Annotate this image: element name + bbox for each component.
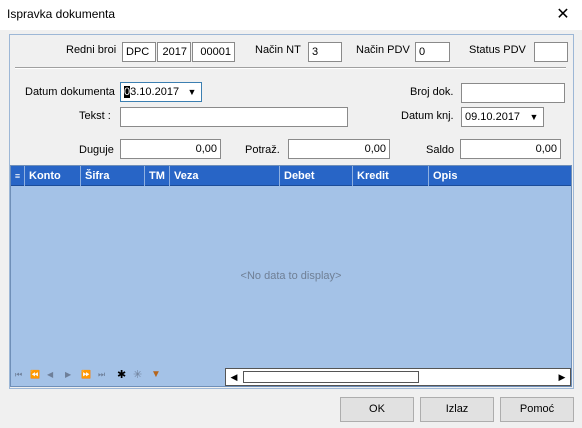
grid-header: ≡ Konto Šifra TM Veza Debet Kredit Opis [11, 166, 571, 186]
nacin-nt-label: Način NT [255, 44, 301, 56]
status-pdv-field[interactable] [534, 42, 568, 62]
saldo-field[interactable]: 0,00 [460, 139, 561, 159]
datum-dokumenta-label: Datum dokumenta [25, 86, 115, 98]
datum-knj-label: Datum knj. [401, 110, 454, 122]
entries-grid[interactable]: ≡ Konto Šifra TM Veza Debet Kredit Opis … [10, 165, 572, 387]
potraz-label: Potraž. [245, 144, 280, 156]
datum-knj-value: 09.10.2017 [465, 111, 521, 123]
title-bar: Ispravka dokumenta ✕ [0, 0, 582, 30]
redni-broj-prefix-field[interactable]: DPC [122, 42, 156, 62]
empty-message: <No data to display> [240, 270, 342, 282]
column-veza[interactable]: Veza [170, 166, 280, 186]
tekst-field[interactable] [120, 107, 348, 127]
potraz-field[interactable]: 0,00 [288, 139, 390, 159]
last-icon[interactable]: ⏭ [98, 370, 105, 380]
ok-button[interactable]: OK [340, 397, 414, 422]
first-icon[interactable]: ⏮ [15, 370, 22, 380]
insert-icon[interactable]: ✱ [117, 368, 126, 381]
nacin-nt-field[interactable]: 3 [308, 42, 342, 62]
scroll-thumb[interactable] [243, 371, 419, 383]
broj-dok-label: Broj dok. [410, 86, 454, 98]
column-konto[interactable]: Konto [25, 166, 81, 186]
nacin-pdv-label: Način PDV [356, 44, 410, 56]
redni-broj-year-field[interactable]: 2017 [157, 42, 191, 62]
pomoc-button[interactable]: Pomoć [500, 397, 574, 422]
broj-dok-field[interactable] [461, 83, 565, 103]
next-page-icon[interactable]: ⏩ [81, 370, 91, 379]
horizontal-scrollbar[interactable]: ◀ ▶ [225, 368, 571, 386]
close-icon[interactable]: ✕ [548, 4, 578, 26]
prev-icon[interactable]: ◀ [47, 370, 53, 379]
chevron-down-icon[interactable]: ▼ [183, 83, 201, 101]
status-pdv-label: Status PDV [469, 44, 526, 56]
column-chooser-icon[interactable]: ≡ [11, 166, 25, 186]
separator-highlight [15, 68, 566, 69]
duguje-field[interactable]: 0,00 [120, 139, 221, 159]
filter-icon[interactable]: ▼ [151, 369, 161, 380]
scroll-right-icon[interactable]: ▶ [554, 369, 570, 385]
tekst-label: Tekst : [79, 110, 111, 122]
column-sifra[interactable]: Šifra [81, 166, 145, 186]
datum-dokumenta-value: 3.10.2017 [130, 86, 180, 98]
prev-page-icon[interactable]: ⏪ [30, 370, 40, 379]
nacin-pdv-field[interactable]: 0 [415, 42, 450, 62]
datum-dokumenta-picker[interactable]: 03.10.2017 ▼ [120, 82, 202, 102]
column-opis[interactable]: Opis [429, 166, 571, 186]
chevron-down-icon[interactable]: ▼ [525, 108, 543, 126]
window-title: Ispravka dokumenta [7, 7, 116, 21]
scroll-left-icon[interactable]: ◀ [226, 369, 242, 385]
datum-knj-picker[interactable]: 09.10.2017 ▼ [461, 107, 544, 127]
delete-icon[interactable]: ✳ [133, 368, 142, 381]
redni-broj-number-field[interactable]: 00001 [192, 42, 235, 62]
saldo-label: Saldo [426, 144, 455, 156]
column-kredit[interactable]: Kredit [353, 166, 429, 186]
column-debet[interactable]: Debet [280, 166, 353, 186]
redni-broj-label: Redni broi [66, 44, 117, 56]
next-icon[interactable]: ▶ [65, 370, 71, 379]
izlaz-button[interactable]: Izlaz [420, 397, 494, 422]
duguje-label: Duguje [79, 144, 114, 156]
column-tm[interactable]: TM [145, 166, 170, 186]
